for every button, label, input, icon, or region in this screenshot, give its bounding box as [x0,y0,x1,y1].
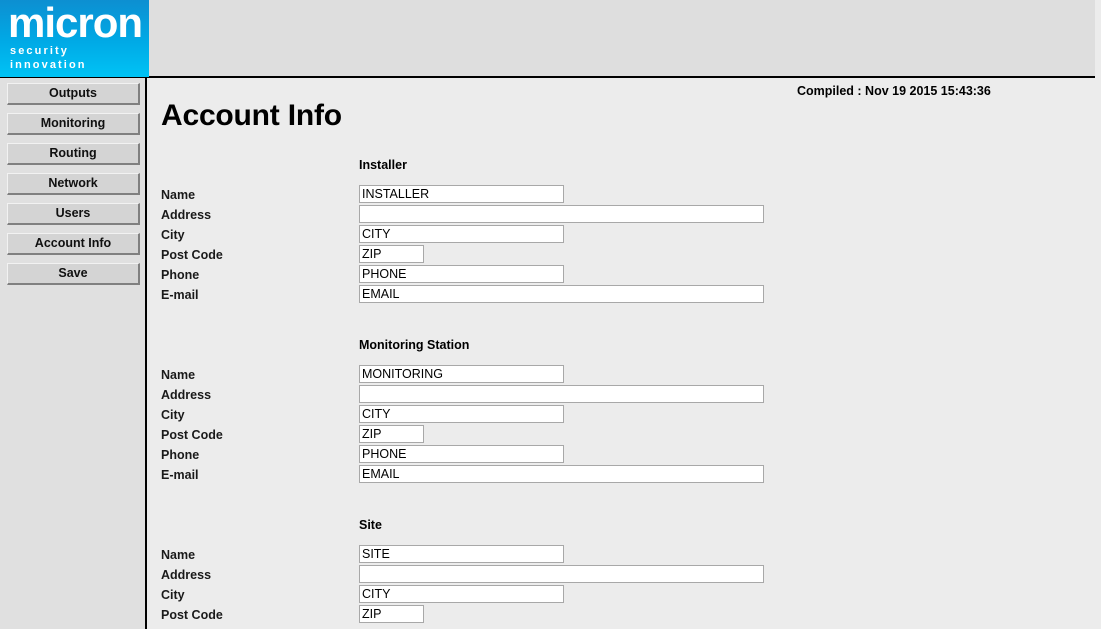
input-installer-post-code[interactable] [359,245,424,263]
main-content: Compiled : Nov 19 2015 15:43:36 Account … [149,80,1101,629]
label-installer-address: Address [161,208,212,222]
sidebar: Outputs Monitoring Routing Network Users… [0,78,147,629]
brand-tagline: security innovation [10,45,87,71]
input-site-name[interactable] [359,545,564,563]
input-monitoring-name[interactable] [359,365,564,383]
page-root: micron security innovation Outputs Monit… [0,0,1101,629]
sidebar-item-network[interactable]: Network [7,173,140,195]
header-bar: micron security innovation [0,0,1095,78]
label-monitoring-city: City [161,408,185,422]
label-site-city: City [161,588,185,602]
sidebar-item-routing[interactable]: Routing [7,143,140,165]
input-monitoring-address[interactable] [359,385,764,403]
input-installer-address[interactable] [359,205,764,223]
label-monitoring-name: Name [161,368,196,382]
label-installer-email: E-mail [161,288,199,302]
section-title-site: Site [359,518,382,532]
page-title: Account Info [161,99,342,132]
input-monitoring-phone[interactable] [359,445,564,463]
sidebar-item-outputs[interactable]: Outputs [7,83,140,105]
label-site-address: Address [161,568,212,582]
sidebar-item-account-info[interactable]: Account Info [7,233,140,255]
label-monitoring-email: E-mail [161,468,199,482]
input-site-city[interactable] [359,585,564,603]
sidebar-item-users[interactable]: Users [7,203,140,225]
input-monitoring-email[interactable] [359,465,764,483]
brand-logo: micron security innovation [0,0,149,77]
compiled-timestamp: Compiled : Nov 19 2015 15:43:36 [797,84,991,98]
label-site-name: Name [161,548,196,562]
label-site-post-code: Post Code [161,608,223,622]
section-title-installer: Installer [359,158,407,172]
input-installer-phone[interactable] [359,265,564,283]
input-monitoring-post-code[interactable] [359,425,424,443]
input-site-address[interactable] [359,565,764,583]
label-monitoring-phone: Phone [161,448,200,462]
input-installer-name[interactable] [359,185,564,203]
label-installer-phone: Phone [161,268,200,282]
section-title-monitoring-station: Monitoring Station [359,338,470,352]
label-monitoring-post-code: Post Code [161,428,223,442]
sidebar-item-save[interactable]: Save [7,263,140,285]
sidebar-item-monitoring[interactable]: Monitoring [7,113,140,135]
brand-name: micron [8,0,143,46]
label-installer-name: Name [161,188,196,202]
label-installer-post-code: Post Code [161,248,223,262]
input-installer-city[interactable] [359,225,564,243]
input-installer-email[interactable] [359,285,764,303]
input-site-post-code[interactable] [359,605,424,623]
label-installer-city: City [161,228,185,242]
label-monitoring-address: Address [161,388,212,402]
input-monitoring-city[interactable] [359,405,564,423]
